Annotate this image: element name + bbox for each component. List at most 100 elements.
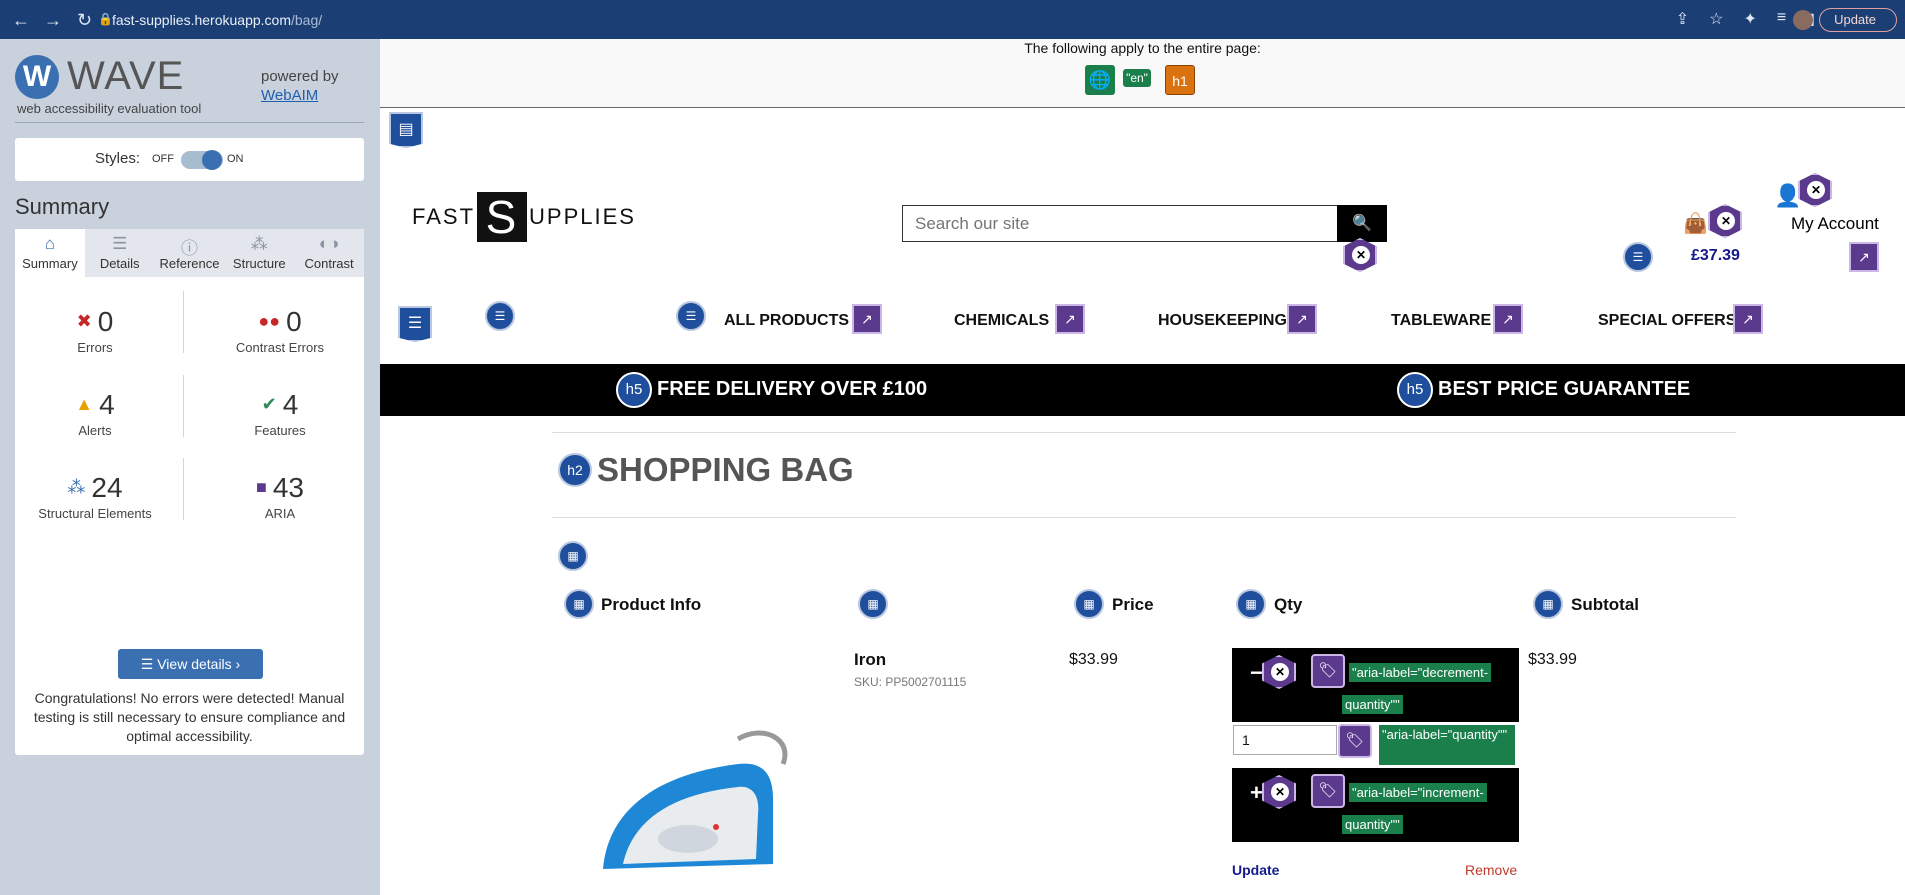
profile-avatar[interactable]: [1793, 10, 1813, 30]
tab-summary[interactable]: ⌂ Summary: [15, 229, 85, 277]
search-button[interactable]: 🔍: [1337, 205, 1387, 242]
list-icon[interactable]: ☰: [485, 301, 515, 331]
error-icon: ✖: [76, 311, 92, 331]
table-header-icon[interactable]: ▦: [858, 589, 888, 619]
product-subtotal: $33.99: [1528, 651, 1577, 668]
styles-toggle-box: Styles: OFF ON: [15, 138, 364, 181]
list-icon[interactable]: ☰: [676, 301, 706, 331]
stat-structural[interactable]: ⁂ 24 Structural Elements: [15, 472, 175, 521]
aria-link-icon[interactable]: ↗: [1287, 304, 1317, 334]
stat-alerts[interactable]: ▲ 4 Alerts: [15, 389, 175, 438]
styles-toggle[interactable]: [181, 150, 223, 170]
divider: [183, 291, 184, 353]
menu-special-offers[interactable]: SPECIAL OFFERS: [1598, 312, 1736, 330]
lang-chip[interactable]: "en": [1123, 69, 1151, 87]
table-header-icon[interactable]: ▦: [1074, 589, 1104, 619]
aria-link-icon[interactable]: ↗: [1493, 304, 1523, 334]
plus-icon: +: [1250, 780, 1263, 805]
aria-x-badge-icon[interactable]: [1708, 204, 1742, 238]
user-icon[interactable]: 👤: [1774, 183, 1801, 209]
view-details-button[interactable]: ☰ View details ›: [118, 649, 263, 679]
stat-errors[interactable]: ✖ 0 Errors: [15, 306, 175, 355]
aria-link-icon[interactable]: ↗: [1055, 304, 1085, 334]
remove-link[interactable]: Remove: [1465, 862, 1517, 878]
aria-label-tag-icon[interactable]: 🏷: [1311, 654, 1345, 688]
lock-icon: 🔒: [98, 12, 113, 26]
h5-badge[interactable]: h5: [1397, 372, 1433, 408]
contrast-errors-count: 0: [286, 306, 302, 337]
star-icon[interactable]: ☆: [1709, 9, 1723, 29]
forward-icon[interactable]: →: [44, 10, 62, 31]
css-icon[interactable]: ▤: [389, 112, 423, 148]
h5-badge[interactable]: h5: [616, 372, 652, 408]
aria-link-icon[interactable]: ↗: [1733, 304, 1763, 334]
stat-aria[interactable]: ■ 43 ARIA: [200, 472, 360, 521]
wave-logo-text: WAVE: [67, 54, 185, 98]
col-price: Price: [1112, 595, 1154, 614]
search-input[interactable]: [903, 206, 1337, 241]
aria-link-icon[interactable]: ↗: [1849, 242, 1879, 272]
apply-text: The following apply to the entire page:: [1024, 40, 1261, 56]
structure-icon: ⁂: [67, 477, 86, 497]
stat-contrast-errors[interactable]: ●● 0 Contrast Errors: [200, 306, 360, 355]
browser-update-button[interactable]: Update: [1819, 8, 1897, 32]
tab-reference[interactable]: ⓘ Reference: [155, 229, 225, 277]
tab-structure[interactable]: ⁂ Structure: [224, 229, 294, 277]
tab-contrast-label: Contrast: [304, 256, 354, 271]
features-count: 4: [282, 389, 299, 420]
page-content: The following apply to the entire page: …: [380, 39, 1905, 895]
list-icon[interactable]: ☰: [1623, 242, 1653, 272]
promo-banner: h5 FREE DELIVERY OVER £100 h5 BEST PRICE…: [380, 364, 1905, 416]
h1-alert-chip[interactable]: h1: [1165, 65, 1195, 95]
quantity-input[interactable]: 1: [1233, 725, 1337, 755]
menu-all-products[interactable]: ALL PRODUCTS: [724, 312, 849, 330]
summary-heading: Summary: [15, 194, 110, 219]
stat-features[interactable]: ✔ 4 Features: [200, 389, 360, 438]
aria-label: ARIA: [264, 506, 296, 521]
aria-label-tag-icon[interactable]: 🏷: [1338, 724, 1372, 758]
alerts-count: 4: [99, 389, 115, 420]
extensions-icon[interactable]: ✦: [1743, 9, 1756, 29]
shopping-bag-icon[interactable]: 👜: [1683, 211, 1708, 236]
webaim-link[interactable]: WebAIM: [261, 87, 318, 104]
search-box: [902, 205, 1338, 242]
language-globe-icon[interactable]: 🌐: [1085, 65, 1115, 95]
aria-icon: ■: [255, 477, 267, 497]
divider: [552, 432, 1736, 433]
search-icon: 🔍: [1352, 215, 1372, 232]
aria-label-tag-icon[interactable]: 🏷: [1311, 774, 1345, 808]
logo-s-mark: S: [477, 192, 528, 242]
structure-icon: ⁂: [250, 234, 268, 253]
table-header-icon[interactable]: ▦: [1533, 589, 1563, 619]
site-logo[interactable]: FAST S UPPLIES: [412, 192, 636, 242]
table-header-icon[interactable]: ▦: [1236, 589, 1266, 619]
address-bar[interactable]: fast-supplies.herokuapp.com/bag/: [112, 8, 322, 32]
styles-label: Styles:: [95, 150, 141, 167]
media-icon[interactable]: ≡: [1777, 9, 1786, 29]
my-account-link[interactable]: My Account: [1791, 214, 1879, 234]
h2-badge[interactable]: h2: [558, 453, 592, 487]
product-name[interactable]: Iron: [854, 650, 886, 670]
aria-link-icon[interactable]: ↗: [852, 304, 882, 334]
table-icon[interactable]: ▦: [558, 541, 588, 571]
tab-contrast[interactable]: ◐◑ Contrast: [294, 229, 364, 277]
empty-button-error-icon[interactable]: [1262, 775, 1296, 809]
decrement-button[interactable]: − 🏷 "aria-label="decrement- quantity"": [1232, 648, 1519, 722]
increment-button[interactable]: + 🏷 "aria-label="increment- quantity"": [1232, 768, 1519, 842]
menu-tableware[interactable]: TABLEWARE: [1391, 312, 1491, 330]
bag-amount[interactable]: £37.39: [1691, 247, 1740, 265]
col-product-info: Product Info: [601, 595, 702, 614]
back-icon[interactable]: ←: [12, 10, 30, 31]
table-header-icon[interactable]: ▦: [564, 589, 594, 619]
minus-icon: −: [1250, 660, 1263, 685]
empty-button-error-icon[interactable]: [1343, 238, 1377, 272]
tab-details[interactable]: ☰ Details: [85, 229, 155, 277]
css-icon[interactable]: ☰: [398, 306, 432, 342]
menu-housekeeping[interactable]: HOUSEKEEPING: [1158, 312, 1287, 330]
update-link[interactable]: Update: [1232, 862, 1279, 878]
empty-button-error-icon[interactable]: [1262, 655, 1296, 689]
aria-x-badge-icon[interactable]: [1798, 173, 1832, 207]
share-icon[interactable]: ⇪: [1676, 9, 1689, 29]
reload-icon[interactable]: ↻: [77, 10, 92, 31]
menu-chemicals[interactable]: CHEMICALS: [954, 312, 1049, 330]
